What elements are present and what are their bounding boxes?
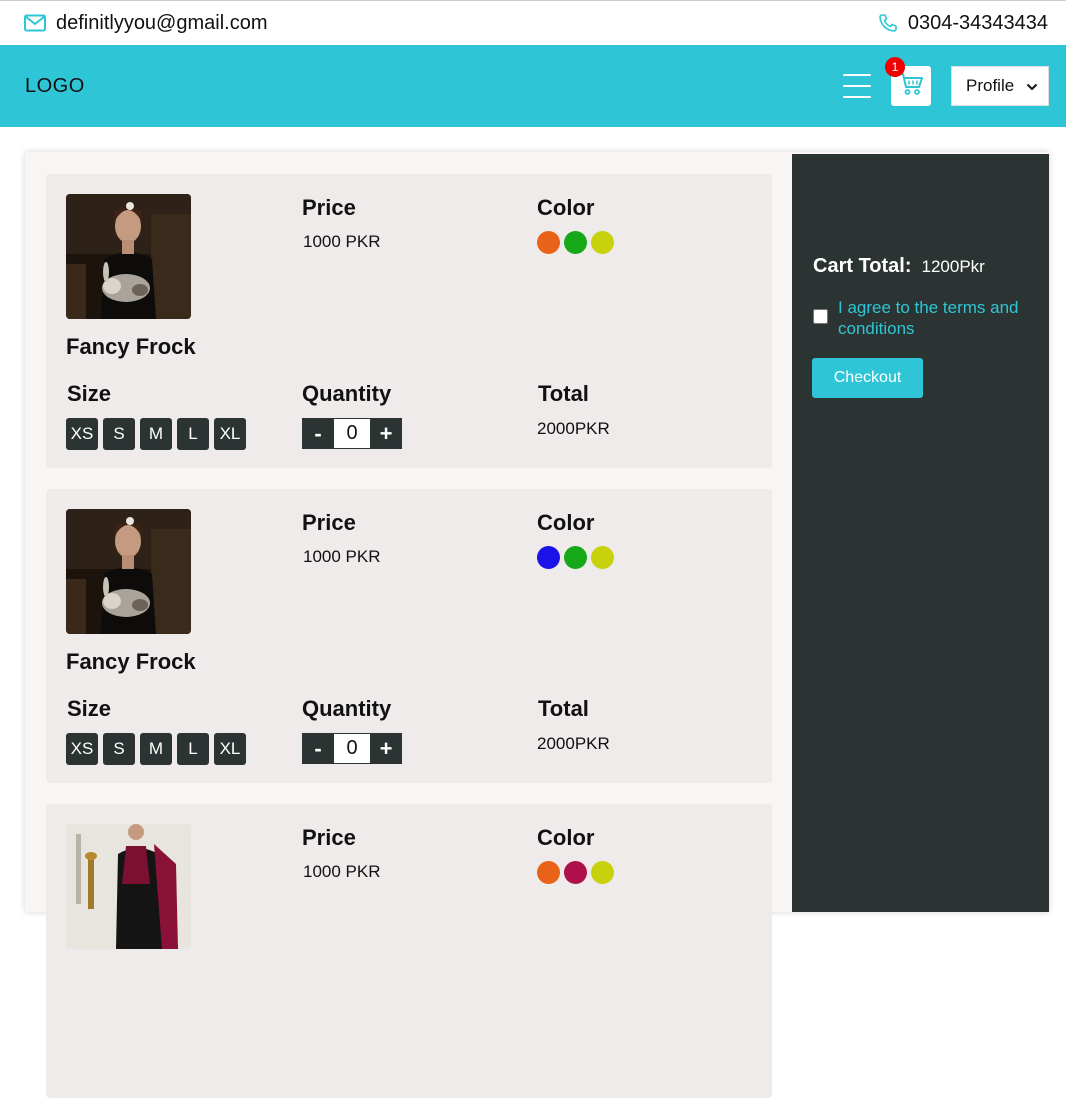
navbar: LOGO 1 Profile: [0, 45, 1066, 127]
chevron-down-icon: [1026, 76, 1038, 96]
cart-item-card: Price 1000 PKR Color: [46, 804, 772, 1098]
price-value: 1000 PKR: [303, 862, 381, 881]
size-button-xl[interactable]: XL: [214, 733, 246, 765]
decrement-button[interactable]: -: [302, 733, 334, 764]
size-button-s[interactable]: S: [103, 733, 135, 765]
product-image[interactable]: [66, 509, 191, 634]
color-options: [537, 231, 614, 254]
profile-label: Profile: [966, 76, 1015, 95]
terms-checkbox[interactable]: [813, 309, 828, 324]
contact-bar: definitlyyou@gmail.com 0304-34343434: [0, 0, 1066, 45]
color-swatch[interactable]: [537, 861, 560, 884]
cart-summary-panel: Cart Total: 1200Pkr I agree to the terms…: [792, 154, 1049, 912]
price-value: 1000 PKR: [303, 547, 381, 566]
cart-count-badge: 1: [885, 57, 905, 77]
cart-total-value: 1200Pkr: [921, 257, 985, 276]
cart-item-card: Fancy Frock Price 1000 PKR Color Size XS…: [46, 174, 772, 468]
cart-page: Fancy Frock Price 1000 PKR Color Size XS…: [25, 152, 1049, 1098]
total-label: Total: [538, 696, 589, 721]
size-options: XS S M L XL: [66, 733, 246, 765]
cart-icon: [898, 72, 924, 101]
price-label: Price: [302, 195, 356, 220]
price-label: Price: [302, 510, 356, 535]
quantity-label: Quantity: [302, 696, 392, 721]
size-button-l[interactable]: L: [177, 733, 209, 765]
size-button-m[interactable]: M: [140, 418, 172, 450]
total-value: 2000PKR: [537, 734, 610, 753]
cart-button[interactable]: 1: [885, 57, 931, 106]
email-text: definitlyyou@gmail.com: [56, 11, 268, 34]
menu-icon[interactable]: [843, 74, 871, 98]
terms-agreement: I agree to the terms and conditions: [813, 297, 1038, 339]
color-options: [537, 861, 614, 884]
product-image[interactable]: [66, 194, 191, 319]
increment-button[interactable]: +: [370, 418, 402, 449]
phone-icon: [878, 13, 898, 33]
email-contact[interactable]: definitlyyou@gmail.com: [24, 12, 268, 35]
quantity-stepper: - 0 +: [302, 733, 402, 764]
size-button-xs[interactable]: XS: [66, 418, 98, 450]
size-button-l[interactable]: L: [177, 418, 209, 450]
cart-total: Cart Total: 1200Pkr: [813, 255, 985, 278]
color-swatch[interactable]: [591, 231, 614, 254]
decrement-button[interactable]: -: [302, 418, 334, 449]
size-label: Size: [67, 696, 112, 721]
color-label: Color: [537, 825, 595, 850]
increment-button[interactable]: +: [370, 733, 402, 764]
price-value: 1000 PKR: [303, 232, 381, 251]
size-options: XS S M L XL: [66, 418, 246, 450]
color-swatch[interactable]: [564, 861, 587, 884]
phone-contact[interactable]: 0304-34343434: [878, 12, 1048, 35]
terms-link[interactable]: I agree to the terms and conditions: [838, 297, 1038, 339]
cart-item-card: Fancy Frock Price 1000 PKR Color Size XS…: [46, 489, 772, 783]
quantity-input[interactable]: 0: [334, 733, 370, 764]
product-image[interactable]: [66, 824, 191, 949]
color-swatch[interactable]: [591, 861, 614, 884]
logo[interactable]: LOGO: [25, 75, 85, 98]
cart-total-label: Cart Total:: [813, 255, 912, 277]
profile-dropdown[interactable]: Profile: [951, 66, 1049, 106]
color-swatch[interactable]: [537, 231, 560, 254]
price-label: Price: [302, 825, 356, 850]
size-button-xl[interactable]: XL: [214, 418, 246, 450]
quantity-stepper: - 0 +: [302, 418, 402, 449]
quantity-label: Quantity: [302, 381, 392, 406]
total-label: Total: [538, 381, 589, 406]
color-options: [537, 546, 614, 569]
mail-icon: [24, 14, 46, 32]
color-label: Color: [537, 195, 595, 220]
color-swatch[interactable]: [537, 546, 560, 569]
size-button-s[interactable]: S: [103, 418, 135, 450]
color-swatch[interactable]: [564, 231, 587, 254]
total-value: 2000PKR: [537, 419, 610, 438]
cart-items-list: Fancy Frock Price 1000 PKR Color Size XS…: [46, 174, 772, 1119]
product-name: Fancy Frock: [66, 334, 196, 359]
color-swatch[interactable]: [564, 546, 587, 569]
size-button-m[interactable]: M: [140, 733, 172, 765]
quantity-input[interactable]: 0: [334, 418, 370, 449]
checkout-button[interactable]: Checkout: [812, 358, 923, 398]
size-label: Size: [67, 381, 112, 406]
nav-actions: 1 Profile: [843, 57, 1049, 106]
phone-text: 0304-34343434: [907, 11, 1048, 34]
color-label: Color: [537, 510, 595, 535]
color-swatch[interactable]: [591, 546, 614, 569]
product-name: Fancy Frock: [66, 649, 196, 674]
size-button-xs[interactable]: XS: [66, 733, 98, 765]
